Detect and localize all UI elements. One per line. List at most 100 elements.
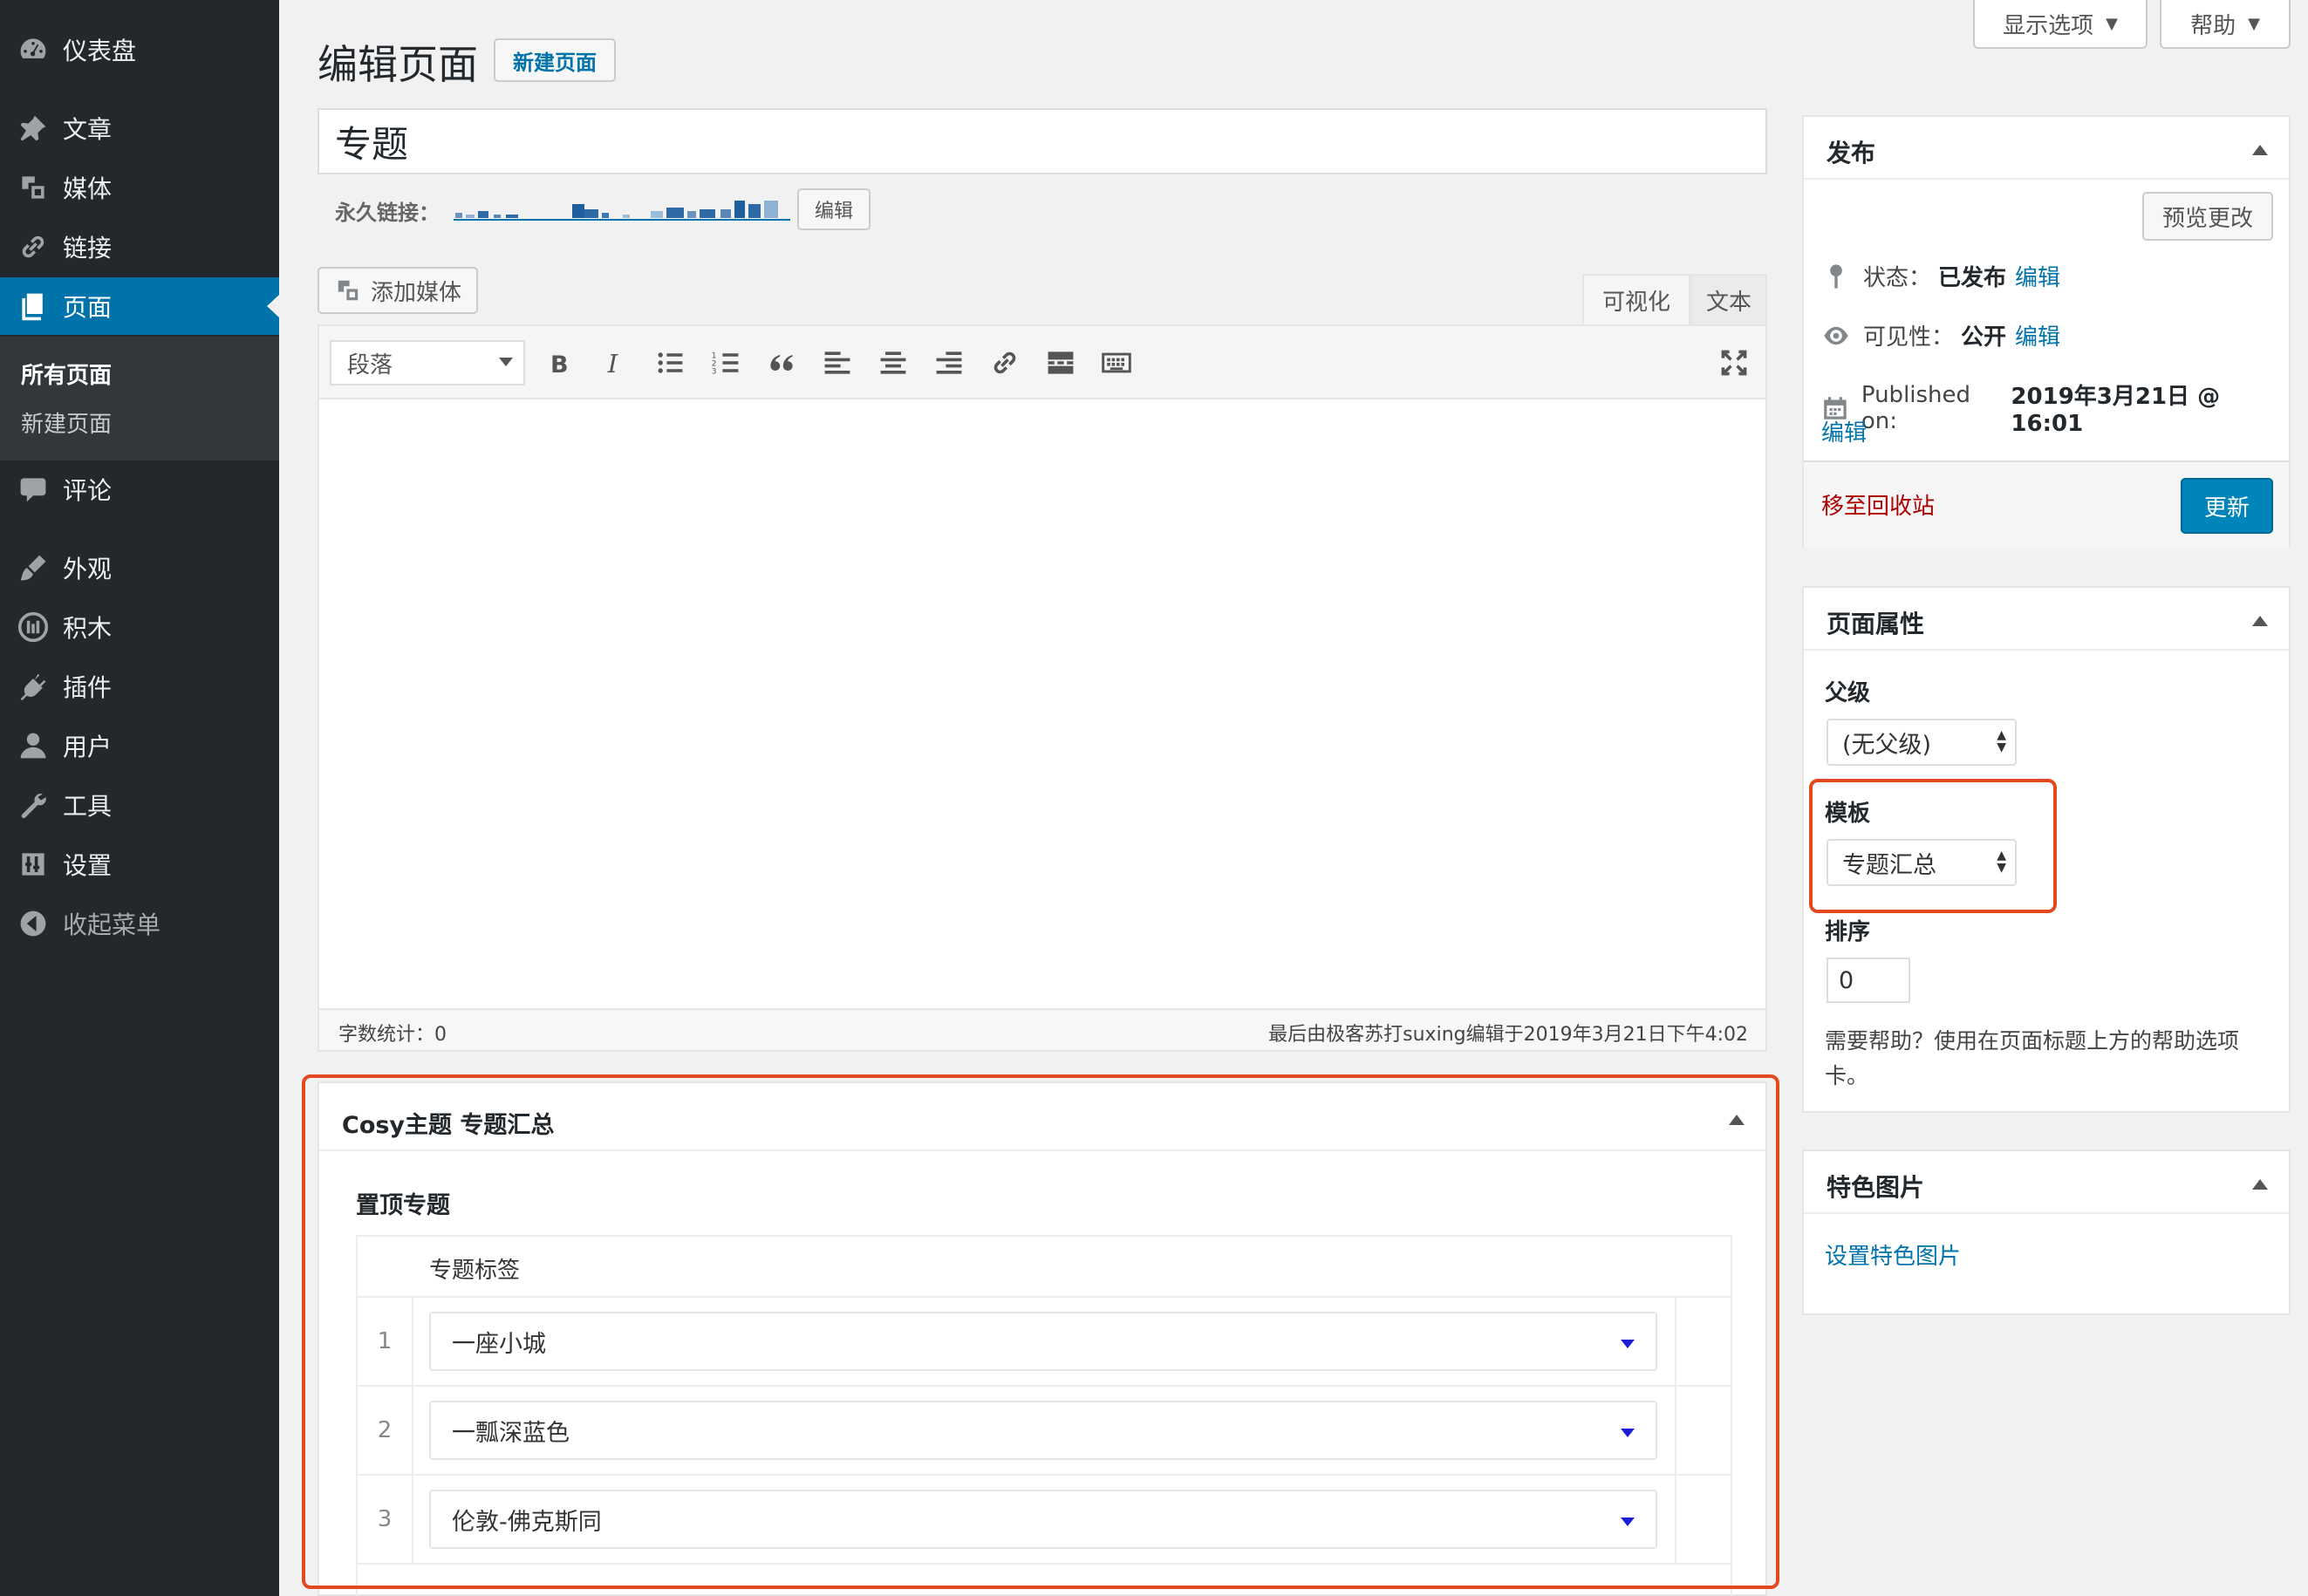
menu-label: 文章 (63, 115, 113, 144)
parent-select-value: (无父级) (1842, 731, 1932, 759)
link-icon (16, 229, 51, 264)
screen-options-button[interactable]: 显示选项 ▼ (1973, 0, 2148, 49)
collapse-menu-button[interactable]: 收起菜单 (0, 895, 279, 952)
eye-icon (1824, 326, 1848, 344)
editor-content-area[interactable] (318, 398, 1767, 1010)
align-right-button[interactable] (930, 344, 968, 382)
published-value: 2019年3月21日 @ 16:01 (2011, 384, 2221, 437)
pages-submenu: 所有页面 新建页面 (0, 337, 279, 460)
status-value: 已发布 (1938, 265, 2007, 291)
caret-down-icon: ▼ (2106, 14, 2118, 33)
tab-visual[interactable]: 可视化 (1582, 274, 1690, 324)
menu-item-media[interactable]: 媒体 (0, 159, 279, 216)
menu-item-comments[interactable]: 评论 (0, 460, 279, 518)
numbered-list-icon: 123 (712, 352, 739, 377)
align-right-icon (936, 351, 962, 374)
submenu-all-pages[interactable]: 所有页面 (21, 358, 112, 390)
align-center-icon (880, 351, 906, 374)
metabox-title: 页面属性 (1827, 610, 1925, 638)
order-input[interactable]: 0 (1827, 958, 1910, 1003)
toolbar-toggle-button[interactable] (1097, 344, 1136, 382)
dashboard-icon (16, 32, 51, 67)
add-new-page-button[interactable]: 新建页面 (494, 38, 616, 82)
menu-label: 外观 (63, 555, 113, 583)
svg-text:I: I (607, 349, 618, 379)
collapse-toggle-icon[interactable] (2252, 616, 2268, 626)
align-left-button[interactable] (818, 344, 857, 382)
permalink-edit-button[interactable]: 编辑 (797, 188, 871, 230)
italic-icon: I (607, 349, 618, 379)
menu-item-dashboard[interactable]: 仪表盘 (0, 21, 279, 78)
move-to-trash-link[interactable]: 移至回收站 (1821, 488, 1935, 521)
help-button[interactable]: 帮助 ▼ (2160, 0, 2291, 49)
permalink-url[interactable] (454, 195, 790, 222)
blocks-icon (16, 610, 51, 645)
collapse-toggle-icon[interactable] (2252, 145, 2268, 155)
chevron-down-icon (499, 358, 513, 366)
menu-item-plugins[interactable]: 插件 (0, 658, 279, 715)
svg-text:3: 3 (712, 368, 717, 377)
menu-label: 用户 (63, 733, 113, 761)
permalink-label: 永久链接： (335, 201, 440, 225)
align-center-button[interactable] (874, 344, 912, 382)
visibility-row: 可见性： 公开 编辑 (1821, 319, 2060, 351)
insert-link-button[interactable] (986, 344, 1024, 382)
align-left-icon (824, 351, 850, 374)
format-select[interactable]: 段落 (330, 340, 525, 385)
collapse-toggle-icon[interactable] (2252, 1179, 2268, 1190)
menu-item-users[interactable]: 用户 (0, 717, 279, 774)
quote-icon (770, 355, 793, 371)
visibility-value: 公开 (1961, 324, 2007, 351)
menu-item-appearance[interactable]: 外观 (0, 539, 279, 597)
read-more-icon (1048, 351, 1074, 374)
menu-item-settings[interactable]: 设置 (0, 836, 279, 893)
edit-status-link[interactable]: 编辑 (2015, 260, 2060, 292)
italic-button[interactable]: I (595, 344, 633, 382)
editor-toolbar: 段落 B I 123 (318, 324, 1767, 399)
help-text: 需要帮助？使用在页面标题上方的帮助选项卡。 (1825, 1028, 2240, 1088)
update-button[interactable]: 更新 (2181, 478, 2273, 534)
bold-icon: B (550, 351, 569, 379)
divider (1804, 1212, 2289, 1214)
metabox-title: 发布 (1827, 139, 1876, 167)
blockquote-button[interactable] (762, 344, 801, 382)
preview-changes-button[interactable]: 预览更改 (2142, 192, 2273, 241)
featured-image-metabox: 特色图片 设置特色图片 (1802, 1149, 2291, 1315)
edit-visibility-link[interactable]: 编辑 (2015, 319, 2060, 351)
admin-sidebar: 仪表盘 文章 媒体 链接 页面 所有页面 新建页面 评论 外观 积木 插件 用户 (0, 0, 279, 1596)
pin-icon (16, 111, 51, 146)
fullscreen-button[interactable] (1715, 344, 1753, 382)
read-more-button[interactable] (1041, 344, 1080, 382)
format-select-value: 段落 (347, 351, 393, 379)
title-input[interactable]: 专题 (318, 108, 1767, 174)
menu-item-posts[interactable]: 文章 (0, 99, 279, 157)
menu-item-tools[interactable]: 工具 (0, 776, 279, 834)
tab-text[interactable]: 文本 (1690, 274, 1767, 324)
bullet-list-button[interactable] (651, 344, 689, 382)
publish-actions: 移至回收站 更新 (1804, 460, 2289, 548)
fullscreen-icon (1721, 350, 1747, 376)
menu-label: 仪表盘 (63, 37, 137, 65)
settings-icon (16, 847, 51, 882)
set-featured-image-link[interactable]: 设置特色图片 (1825, 1238, 1961, 1271)
menu-item-links[interactable]: 链接 (0, 218, 279, 276)
edit-date-link[interactable]: 编辑 (1821, 415, 1867, 447)
submenu-new-page[interactable]: 新建页面 (21, 406, 112, 439)
menu-label: 收起菜单 (63, 911, 161, 939)
comment-icon (16, 472, 51, 507)
numbered-list-button[interactable]: 123 (707, 344, 745, 382)
parent-label: 父级 (1825, 680, 1871, 706)
order-label: 排序 (1825, 919, 1871, 945)
brush-icon (16, 550, 51, 585)
divider (1804, 178, 2289, 180)
media-icon (338, 280, 358, 301)
bold-button[interactable]: B (539, 344, 577, 382)
menu-label: 链接 (63, 234, 113, 263)
highlight-box (1809, 779, 2057, 913)
add-media-label: 添加媒体 (370, 279, 461, 306)
pages-icon (16, 289, 51, 324)
menu-item-blocks[interactable]: 积木 (0, 598, 279, 656)
add-media-button[interactable]: 添加媒体 (318, 267, 478, 314)
parent-select[interactable]: (无父级) ▲ ▼ (1827, 719, 2017, 766)
menu-item-pages[interactable]: 页面 (0, 277, 279, 335)
